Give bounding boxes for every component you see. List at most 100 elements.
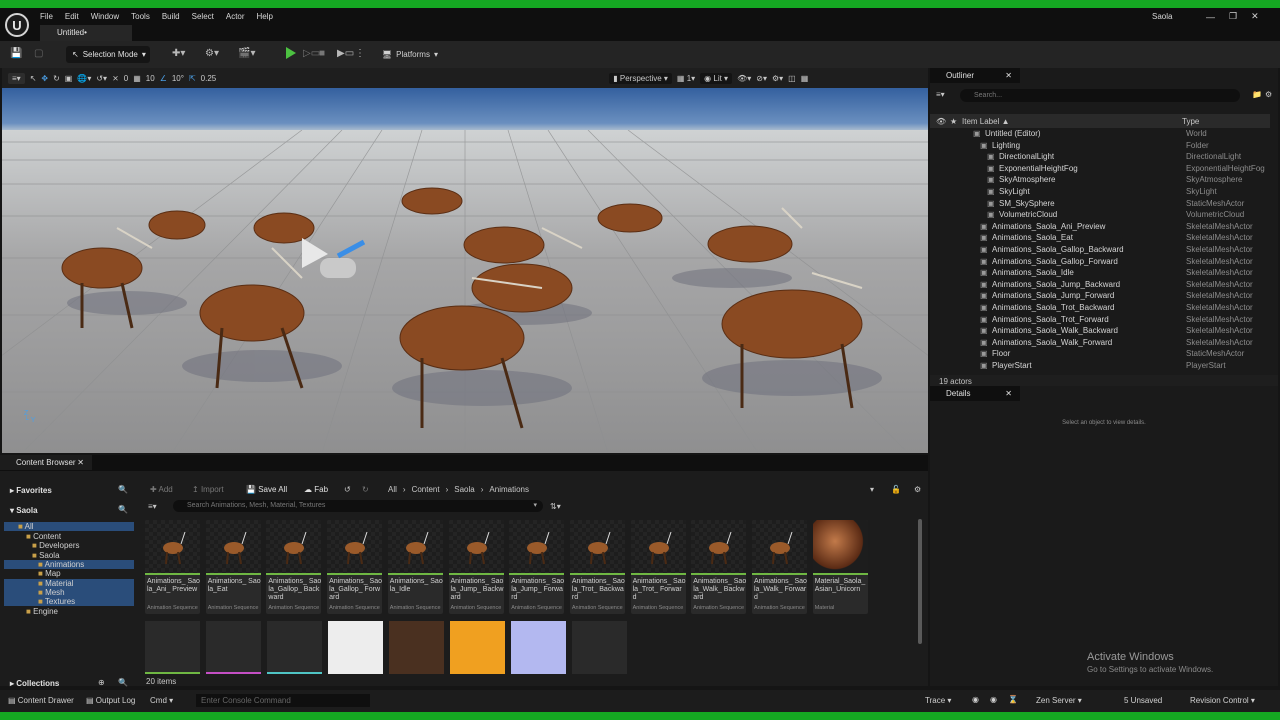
outliner-row[interactable]: ▣ SkyLight SkyLight [930, 186, 1278, 198]
selection-mode-dropdown[interactable]: ↖ Selection Mode ▾ [66, 46, 150, 63]
outliner-row[interactable]: ▣ Animations_Saola_Jump_Backward SkeletalM… [930, 279, 1278, 291]
platforms-dropdown[interactable]: 🖥 Platforms ▾ [382, 46, 438, 63]
save-icon[interactable]: 💾 [10, 48, 22, 59]
outliner-row[interactable]: ▣ Animations_Saola_Walk_Forward SkeletalMe… [930, 337, 1278, 349]
folder-tree-item[interactable]: ■ Map [4, 569, 134, 578]
lit-dropdown[interactable]: ◉ Lit ▾ [700, 72, 733, 84]
folder-tree-item[interactable]: ■ Developers [4, 541, 134, 550]
outliner-row[interactable]: ▣ DirectionalLight DirectionalLight [930, 151, 1278, 163]
menu-select[interactable]: Select [186, 8, 220, 25]
unreal-logo-icon[interactable]: U [5, 13, 29, 37]
select-tool-icon[interactable]: ↖ [30, 74, 37, 83]
texture-tile[interactable] [511, 621, 566, 674]
outliner-row[interactable]: ▣ Animations_Saola_Idle SkeletalMeshActor [930, 267, 1278, 279]
content-drawer-button[interactable]: ▤ Content Drawer [8, 696, 74, 705]
add-folder-icon[interactable]: 📁 [1252, 90, 1262, 99]
blueprint-icon[interactable]: ⚙▾ [205, 48, 219, 59]
outliner-row[interactable]: ▣ Animations_Saola_Walk_Backward SkeletalM… [930, 325, 1278, 337]
folder-tree-item[interactable]: ■ Mesh [4, 588, 134, 598]
advance-frame-icon[interactable]: ▷▭ [303, 48, 320, 59]
perspective-dropdown[interactable]: ▮ Perspective ▾ [609, 72, 672, 84]
grid-snap-icon[interactable]: ▦ [133, 74, 141, 83]
close-icon[interactable]: ✕ [1005, 68, 1012, 83]
folder-tree-item[interactable]: ■ Saola [4, 551, 134, 560]
collections-header[interactable]: ▸ Collections [10, 679, 59, 688]
world-space-icon[interactable]: 🌐▾ [77, 74, 91, 83]
scale-snap-icon[interactable]: ⇱ [189, 74, 196, 83]
outliner-row[interactable]: ▣ Lighting Folder [930, 140, 1278, 152]
menu-edit[interactable]: Edit [59, 8, 85, 25]
unsaved-button[interactable]: 5 Unsaved [1124, 696, 1162, 705]
menu-file[interactable]: File [34, 8, 59, 25]
menu-window[interactable]: Window [85, 8, 125, 25]
folder-tree-item[interactable]: ■ All [4, 522, 134, 532]
folder-tree-item[interactable]: ■ Content [4, 532, 134, 541]
layout-icon[interactable]: ◫ [788, 74, 796, 83]
outliner-row[interactable]: ▣ Animations_Saola_Gallop_Backward Skeleta… [930, 244, 1278, 256]
outliner-row[interactable]: ▣ ExponentialHeightFog ExponentialHeightFo… [930, 163, 1278, 175]
outliner-row[interactable]: ▣ Animations_Saola_Trot_Backward SkeletalM… [930, 302, 1278, 314]
outliner-row[interactable]: ▣ Floor StaticMeshActor [930, 348, 1278, 360]
texture-tile[interactable] [328, 621, 383, 674]
browse-icon[interactable]: ▢ [34, 48, 43, 59]
cinematics-icon[interactable]: 🎬▾ [238, 48, 255, 59]
translate-icon[interactable]: ✥ [41, 74, 48, 83]
outliner-row[interactable]: ▣ Animations_Saola_Eat SkeletalMeshActor [930, 232, 1278, 244]
surface-snap-icon[interactable]: ↺▾ [96, 74, 107, 83]
close-icon[interactable]: ✕ [1251, 11, 1259, 22]
screenshot-icon[interactable]: ◉ [990, 695, 997, 704]
asset-scrollbar[interactable] [918, 519, 922, 644]
visibility-icon[interactable]: 👁 [936, 117, 946, 126]
menu-build[interactable]: Build [156, 8, 186, 25]
add-collection-icon[interactable]: ⊕ [98, 678, 105, 687]
outliner-row[interactable]: ▣ VolumetricCloud VolumetricCloud [930, 209, 1278, 221]
play-options-icon[interactable]: ⋮ [355, 48, 365, 59]
settings-icon[interactable]: ⚙ [1265, 90, 1272, 99]
level-tab[interactable]: Untitled• [40, 25, 132, 41]
menu-tools[interactable]: Tools [125, 8, 156, 25]
folder-tree-item[interactable]: ■ Textures [4, 597, 134, 607]
outliner-tab[interactable]: Outliner ✕ [930, 68, 1020, 83]
angle-snap-icon[interactable]: ∠ [160, 74, 167, 83]
cmd-dropdown[interactable]: Cmd ▾ [150, 696, 173, 705]
content-browser-tab[interactable]: Content Browser ✕ [0, 455, 92, 470]
texture-tile[interactable] [450, 621, 505, 674]
stop-icon[interactable]: ■ [319, 48, 325, 59]
outliner-search-input[interactable]: Search... [960, 89, 1240, 102]
folder-tree-item[interactable]: ■ Material [4, 579, 134, 589]
console-command-input[interactable]: Enter Console Command [196, 694, 370, 707]
outliner-row[interactable]: ▣ Animations_Saola_Jump_Forward SkeletalMe… [930, 290, 1278, 302]
outliner-row[interactable]: ▣ PlayerStart PlayerStart [930, 360, 1278, 372]
output-log-button[interactable]: ▤ Output Log [86, 696, 135, 705]
timer-icon[interactable]: ⌛ [1008, 695, 1018, 704]
menu-help[interactable]: Help [251, 8, 279, 25]
outliner-row[interactable]: ▣ Animations_Saola_Gallop_Forward Skeletal… [930, 256, 1278, 268]
folder-tree-item[interactable]: ■ Engine [4, 607, 134, 616]
pin-icon[interactable]: ★ [950, 117, 957, 126]
zen-server-dropdown[interactable]: Zen Server ▾ [1036, 696, 1082, 705]
record-icon[interactable]: ◉ [972, 695, 979, 704]
scale-icon[interactable]: ▣ [65, 74, 73, 83]
rotation-snap-icon[interactable]: ⨯ [112, 74, 119, 83]
maximize-icon[interactable]: ❐ [1229, 11, 1237, 22]
scale-snap-value[interactable]: 0.25 [201, 74, 217, 83]
eject-icon[interactable]: ▶▭ [337, 48, 354, 59]
close-icon[interactable]: ✕ [77, 455, 84, 470]
grid-snap-value[interactable]: 10 [146, 74, 155, 83]
column-type[interactable]: Type [1182, 117, 1199, 126]
performance-icon[interactable]: ⊘▾ [756, 74, 767, 83]
filter-icon[interactable]: ≡▾ [936, 90, 945, 99]
outliner-row[interactable]: ▣ SkyAtmosphere SkyAtmosphere [930, 174, 1278, 186]
rotate-icon[interactable]: ↻ [53, 74, 60, 83]
outliner-row[interactable]: ▣ Untitled (Editor) World [930, 128, 1278, 140]
asset-tile[interactable] [206, 621, 261, 674]
details-tab[interactable]: Details ✕ [930, 386, 1020, 401]
level-viewport[interactable]: Z └ Y [2, 88, 928, 453]
viewport-menu-icon[interactable]: ≡▾ [8, 72, 25, 84]
angle-snap-value[interactable]: 10° [172, 74, 184, 83]
rotation-snap-value[interactable]: 0 [124, 74, 128, 83]
close-icon[interactable]: ✕ [1005, 386, 1012, 401]
settings-icon[interactable]: ⚙▾ [772, 74, 783, 83]
asset-tile[interactable] [145, 621, 200, 674]
texture-tile[interactable] [572, 621, 627, 674]
